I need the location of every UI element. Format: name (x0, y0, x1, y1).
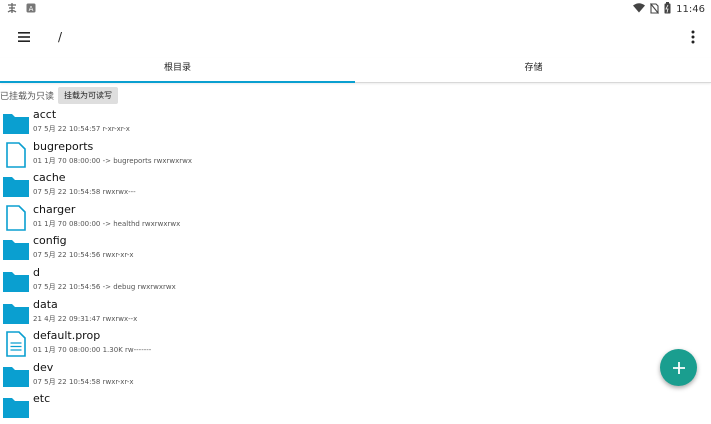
folder-icon (2, 394, 30, 420)
file-meta: 01 1月 70 08:00:00 -> bugreports rwxrwxrw… (33, 156, 193, 165)
file-name: config (33, 234, 67, 248)
folder-icon (2, 268, 30, 294)
file-name: acct (33, 108, 57, 121)
plus-icon (672, 361, 685, 374)
notification-a-icon: A (26, 3, 36, 16)
more-options-button[interactable] (687, 28, 699, 46)
file-row-dev[interactable]: dev 07 5月 22 10:54:58 rwxr-xr-x (0, 360, 711, 392)
file-name: etc (33, 392, 51, 406)
notification-app-icon (6, 2, 18, 17)
file-name: d (33, 265, 40, 279)
file-row-d[interactable]: d 07 5月 22 10:54:56 -> debug rwxrwxrwx (0, 265, 711, 297)
add-fab-button[interactable] (660, 349, 697, 386)
file-meta: 01 1月 70 08:00:00 -> healthd rwxrwxrwx (33, 219, 181, 228)
mount-status-row: 已挂载为只读 挂载为可读写 (0, 86, 119, 104)
file-row-bugreports[interactable]: bugreports 01 1月 70 08:00:00 -> bugrepor… (0, 139, 711, 171)
file-meta: 07 5月 22 10:54:56 rwxr-xr-x (33, 251, 134, 260)
svg-text:A: A (29, 5, 34, 13)
file-meta: 07 5月 22 10:54:58 rwxr-xr-x (33, 377, 134, 386)
status-bar: A 11:46 (0, 0, 711, 16)
file-name: dev (33, 360, 54, 374)
mount-read-write-button[interactable]: 挂载为可读写 (58, 86, 119, 104)
file-row-cache[interactable]: cache 07 5月 22 10:54:58 rwxrwx--- (0, 170, 711, 202)
app-bar: / (0, 16, 711, 58)
folder-icon (2, 300, 30, 326)
tab-bar: 根目录 存储 (0, 58, 711, 83)
current-path: / (58, 30, 63, 44)
more-vert-icon (691, 30, 695, 44)
hamburger-icon (18, 32, 30, 42)
battery-icon (664, 2, 671, 17)
folder-icon (2, 363, 30, 389)
file-row-default-prop[interactable]: default.prop 01 1月 70 08:00:00 1.30K rw-… (0, 328, 711, 360)
file-row-charger[interactable]: charger 01 1月 70 08:00:00 -> healthd rwx… (0, 202, 711, 234)
file-icon (2, 204, 30, 231)
wifi-icon (633, 3, 646, 16)
folder-icon (2, 110, 30, 136)
status-time: 11:46 (676, 4, 705, 15)
document-icon (2, 331, 30, 357)
file-name: cache (33, 171, 66, 185)
folder-icon (2, 236, 30, 262)
file-name: bugreports (33, 139, 94, 153)
file-row-data[interactable]: data 21 4月 22 09:31:47 rwxrwx--x (0, 297, 711, 329)
menu-button[interactable] (14, 29, 34, 45)
file-icon (2, 141, 30, 168)
file-meta: 21 4月 22 09:31:47 rwxrwx--x (33, 314, 138, 323)
file-row-etc[interactable]: etc (0, 391, 711, 423)
file-name: default.prop (33, 329, 101, 343)
file-meta: 01 1月 70 08:00:00 1.30K rw------- (33, 346, 152, 355)
tab-storage[interactable]: 存储 (356, 58, 711, 82)
file-list: acct 07 5月 22 10:54:57 r-xr-xr-x bugrepo… (0, 107, 711, 423)
folder-icon (2, 173, 30, 199)
file-name: data (33, 297, 58, 311)
file-row-config[interactable]: config 07 5月 22 10:54:56 rwxr-xr-x (0, 233, 711, 265)
file-name: charger (33, 202, 76, 216)
tab-root[interactable]: 根目录 (0, 58, 355, 82)
file-row-acct[interactable]: acct 07 5月 22 10:54:57 r-xr-xr-x (0, 107, 711, 139)
file-meta: 07 5月 22 10:54:58 rwxrwx--- (33, 188, 136, 197)
tab-indicator (0, 81, 355, 83)
no-sim-icon (650, 2, 660, 17)
file-meta: 07 5月 22 10:54:56 -> debug rwxrwxrwx (33, 282, 176, 291)
mount-status-label: 已挂载为只读 (0, 91, 55, 102)
file-meta: 07 5月 22 10:54:57 r-xr-xr-x (33, 125, 130, 133)
